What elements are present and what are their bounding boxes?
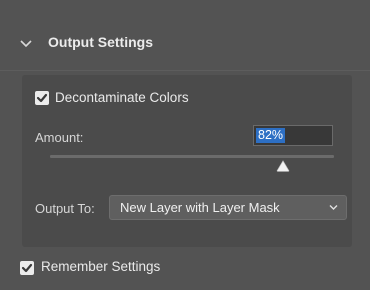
checkmark-icon bbox=[21, 263, 33, 273]
properties-panel: Output Settings Decontaminate Colors Amo… bbox=[0, 0, 370, 290]
output-to-label: Output To: bbox=[35, 201, 95, 216]
output-to-value: New Layer with Layer Mask bbox=[120, 200, 280, 215]
decontaminate-colors-label[interactable]: Decontaminate Colors bbox=[55, 90, 189, 105]
section-title: Output Settings bbox=[48, 34, 153, 50]
amount-slider-track[interactable] bbox=[50, 155, 334, 158]
remember-settings-label[interactable]: Remember Settings bbox=[41, 259, 160, 274]
slider-thumb-icon[interactable] bbox=[276, 160, 290, 172]
remember-settings-checkbox[interactable] bbox=[20, 261, 34, 275]
chevron-down-icon bbox=[329, 205, 338, 210]
output-to-select[interactable]: New Layer with Layer Mask bbox=[109, 195, 347, 220]
output-settings-header[interactable]: Output Settings bbox=[0, 24, 370, 64]
decontaminate-colors-checkbox[interactable] bbox=[35, 91, 49, 105]
amount-input[interactable]: 82% bbox=[253, 125, 333, 146]
amount-label: Amount: bbox=[35, 130, 84, 145]
divider bbox=[0, 70, 370, 71]
chevron-down-icon[interactable] bbox=[19, 36, 33, 50]
checkmark-icon bbox=[36, 93, 48, 103]
amount-value[interactable]: 82% bbox=[256, 128, 286, 143]
